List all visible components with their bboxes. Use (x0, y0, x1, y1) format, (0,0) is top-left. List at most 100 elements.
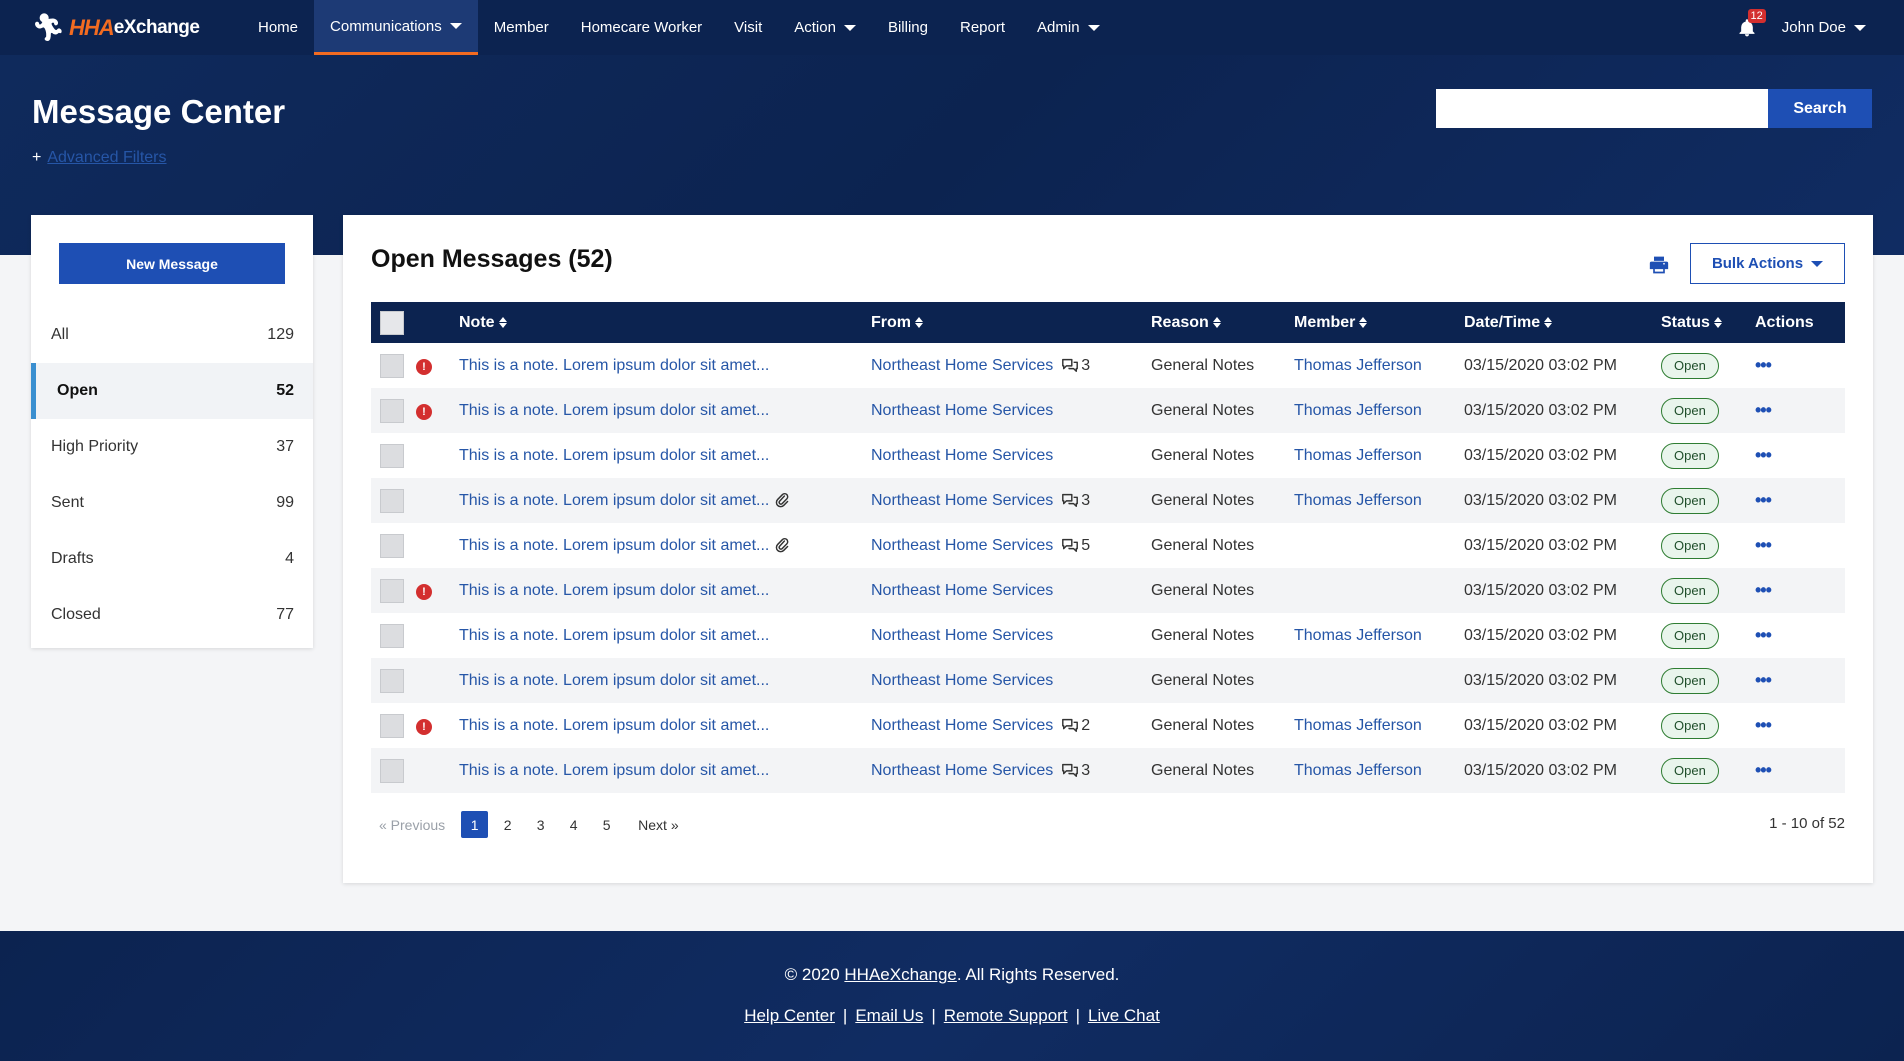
member-link[interactable]: Thomas Jefferson (1294, 357, 1422, 374)
page-button-1[interactable]: 1 (461, 811, 489, 838)
note-link[interactable]: This is a note. Lorem ipsum dolor sit am… (459, 762, 769, 779)
advanced-filters-toggle[interactable]: + Advanced Filters (32, 149, 167, 167)
ellipsis-icon[interactable]: ••• (1755, 445, 1772, 465)
row-checkbox[interactable] (380, 353, 404, 378)
sidebar-item-drafts[interactable]: Drafts 4 (31, 531, 313, 587)
select-all-checkbox[interactable] (380, 310, 404, 335)
new-message-button[interactable]: New Message (59, 243, 285, 284)
search-input[interactable] (1436, 89, 1768, 128)
column-member[interactable]: Member (1294, 302, 1464, 343)
ellipsis-icon[interactable]: ••• (1755, 715, 1772, 735)
from-link[interactable]: Northeast Home Services (871, 717, 1053, 734)
member-link[interactable]: Thomas Jefferson (1294, 627, 1422, 644)
nav-item-billing[interactable]: Billing (872, 0, 944, 55)
comment-count[interactable]: 3 (1061, 492, 1090, 510)
comment-count[interactable]: 3 (1061, 357, 1090, 375)
nav-item-admin[interactable]: Admin (1021, 0, 1116, 55)
note-link[interactable]: This is a note. Lorem ipsum dolor sit am… (459, 492, 769, 509)
table-row[interactable]: ! This is a note. Lorem ipsum dolor sit a… (371, 343, 1845, 388)
advanced-filters-link[interactable]: Advanced Filters (47, 149, 166, 166)
footer-link-email-us[interactable]: Email Us (855, 1006, 923, 1025)
ellipsis-icon[interactable]: ••• (1755, 625, 1772, 645)
sidebar-item-sent[interactable]: Sent 99 (31, 475, 313, 531)
row-checkbox[interactable] (380, 398, 404, 423)
ellipsis-icon[interactable]: ••• (1755, 355, 1772, 375)
from-link[interactable]: Northeast Home Services (871, 447, 1053, 464)
member-link[interactable]: Thomas Jefferson (1294, 402, 1422, 419)
column-status[interactable]: Status (1661, 302, 1755, 343)
footer-link-live-chat[interactable]: Live Chat (1088, 1006, 1160, 1025)
page-button-5[interactable]: 5 (593, 811, 620, 838)
column-reason[interactable]: Reason (1151, 302, 1294, 343)
table-row[interactable]: This is a note. Lorem ipsum dolor sit am… (371, 658, 1845, 703)
sidebar-item-open[interactable]: Open 52 (31, 363, 313, 419)
from-link[interactable]: Northeast Home Services (871, 582, 1053, 599)
table-row[interactable]: ! This is a note. Lorem ipsum dolor sit a… (371, 703, 1845, 748)
bulk-actions-dropdown[interactable]: Bulk Actions (1690, 243, 1845, 284)
from-link[interactable]: Northeast Home Services (871, 627, 1053, 644)
row-checkbox[interactable] (380, 668, 404, 693)
note-link[interactable]: This is a note. Lorem ipsum dolor sit am… (459, 717, 769, 734)
table-row[interactable]: This is a note. Lorem ipsum dolor sit am… (371, 748, 1845, 793)
note-link[interactable]: This is a note. Lorem ipsum dolor sit am… (459, 357, 769, 374)
from-link[interactable]: Northeast Home Services (871, 672, 1053, 689)
from-link[interactable]: Northeast Home Services (871, 492, 1053, 509)
next-page-button[interactable]: Next » (638, 817, 678, 833)
ellipsis-icon[interactable]: ••• (1755, 535, 1772, 555)
footer-link-help-center[interactable]: Help Center (744, 1006, 835, 1025)
table-row[interactable]: ! This is a note. Lorem ipsum dolor sit a… (371, 568, 1845, 613)
note-link[interactable]: This is a note. Lorem ipsum dolor sit am… (459, 402, 769, 419)
row-checkbox[interactable] (380, 623, 404, 648)
footer-link-remote-support[interactable]: Remote Support (944, 1006, 1068, 1025)
row-checkbox[interactable] (380, 578, 404, 603)
user-menu[interactable]: John Doe (1782, 19, 1866, 36)
nav-item-homecare-worker[interactable]: Homecare Worker (565, 0, 718, 55)
from-link[interactable]: Northeast Home Services (871, 402, 1053, 419)
ellipsis-icon[interactable]: ••• (1755, 580, 1772, 600)
table-row[interactable]: ! This is a note. Lorem ipsum dolor sit a… (371, 388, 1845, 433)
ellipsis-icon[interactable]: ••• (1755, 400, 1772, 420)
comment-count[interactable]: 3 (1061, 762, 1090, 780)
nav-item-member[interactable]: Member (478, 0, 565, 55)
page-button-2[interactable]: 2 (494, 811, 521, 838)
column-note[interactable]: Note (459, 302, 871, 343)
note-link[interactable]: This is a note. Lorem ipsum dolor sit am… (459, 627, 769, 644)
row-checkbox[interactable] (380, 758, 404, 783)
sidebar-item-closed[interactable]: Closed 77 (31, 587, 313, 643)
row-checkbox[interactable] (380, 443, 404, 468)
ellipsis-icon[interactable]: ••• (1755, 670, 1772, 690)
column-datetime[interactable]: Date/Time (1464, 302, 1661, 343)
table-row[interactable]: This is a note. Lorem ipsum dolor sit am… (371, 433, 1845, 478)
notifications-button[interactable]: 12 (1734, 8, 1766, 41)
table-row[interactable]: This is a note. Lorem ipsum dolor sit am… (371, 613, 1845, 658)
comment-count[interactable]: 2 (1061, 717, 1090, 735)
page-button-3[interactable]: 3 (527, 811, 554, 838)
from-link[interactable]: Northeast Home Services (871, 357, 1053, 374)
row-checkbox[interactable] (380, 488, 404, 513)
from-link[interactable]: Northeast Home Services (871, 762, 1053, 779)
brand-logo[interactable]: 🏃︎ HHA eXchange (32, 0, 200, 55)
row-checkbox[interactable] (380, 533, 404, 558)
note-link[interactable]: This is a note. Lorem ipsum dolor sit am… (459, 447, 769, 464)
member-link[interactable]: Thomas Jefferson (1294, 447, 1422, 464)
table-row[interactable]: This is a note. Lorem ipsum dolor sit am… (371, 478, 1845, 523)
member-link[interactable]: Thomas Jefferson (1294, 762, 1422, 779)
note-link[interactable]: This is a note. Lorem ipsum dolor sit am… (459, 537, 769, 554)
search-button[interactable]: Search (1768, 89, 1872, 128)
comment-count[interactable]: 5 (1061, 537, 1090, 555)
table-row[interactable]: This is a note. Lorem ipsum dolor sit am… (371, 523, 1845, 568)
note-link[interactable]: This is a note. Lorem ipsum dolor sit am… (459, 672, 769, 689)
sidebar-item-all[interactable]: All 129 (31, 307, 313, 363)
printer-icon[interactable] (1649, 255, 1669, 275)
nav-item-action[interactable]: Action (778, 0, 872, 55)
copyright-link[interactable]: HHAeXchange (844, 965, 956, 984)
note-link[interactable]: This is a note. Lorem ipsum dolor sit am… (459, 582, 769, 599)
from-link[interactable]: Northeast Home Services (871, 537, 1053, 554)
previous-page-button[interactable]: « Previous (379, 817, 445, 833)
nav-item-communications[interactable]: Communications (314, 0, 478, 55)
page-button-4[interactable]: 4 (560, 811, 587, 838)
nav-item-visit[interactable]: Visit (718, 0, 778, 55)
ellipsis-icon[interactable]: ••• (1755, 760, 1772, 780)
ellipsis-icon[interactable]: ••• (1755, 490, 1772, 510)
nav-item-home[interactable]: Home (242, 0, 314, 55)
